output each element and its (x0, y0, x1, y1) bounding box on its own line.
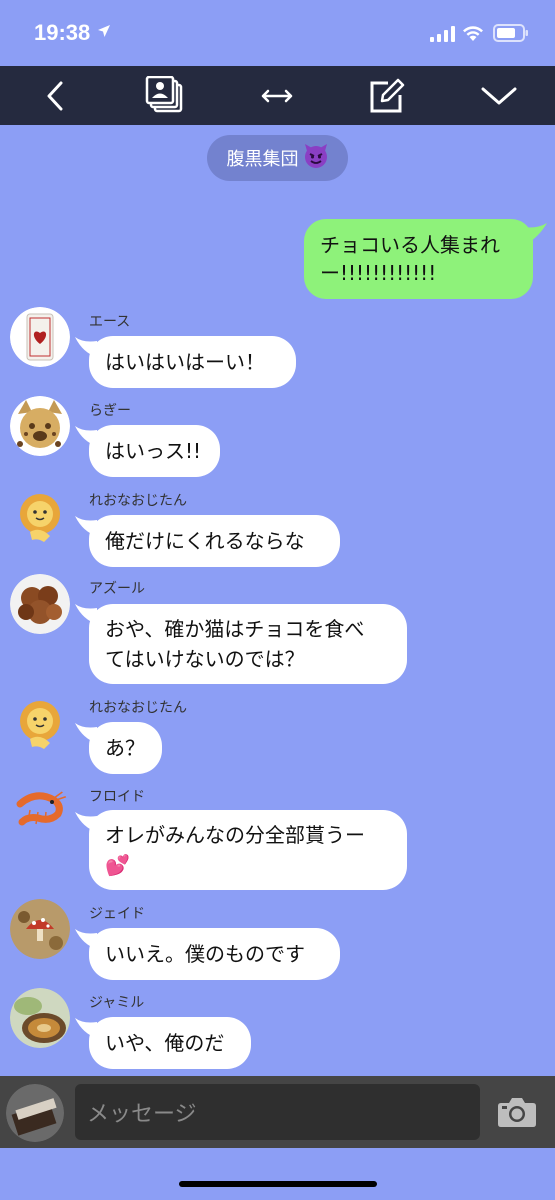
avatar-azul[interactable] (10, 574, 70, 634)
message-text: はいはいはーい！ (105, 350, 265, 374)
message-bubble[interactable]: オレがみんなの分全部貰うー 💕 (89, 810, 407, 890)
status-bar: 19:38 (0, 0, 555, 66)
sender-name: アズール (89, 581, 145, 597)
message-input-placeholder: メッセージ (87, 1102, 197, 1127)
avatar-floyd[interactable] (10, 782, 70, 842)
message-bubble[interactable]: あ？ (89, 722, 162, 774)
message-text: あ？ (105, 736, 145, 760)
expand-button[interactable] (242, 66, 312, 125)
status-time: 19:38 (34, 20, 91, 45)
sender-name: ジャミル (89, 995, 145, 1011)
home-indicator (179, 1181, 377, 1187)
avatar-jamil[interactable] (10, 988, 70, 1048)
battery-icon (493, 24, 528, 42)
sender-name: エース (89, 314, 131, 330)
group-name: 腹黒集団 (226, 149, 299, 170)
devil-emoji-icon (303, 143, 329, 174)
avatar-ruggie[interactable] (10, 396, 70, 456)
my-avatar[interactable] (6, 1084, 64, 1142)
message-text: 俺だけにくれるならな (105, 529, 305, 553)
message-bubble[interactable]: はいはいはーい！ (89, 336, 296, 388)
sent-bubble-tail (523, 223, 547, 245)
chat-toolbar (0, 66, 555, 125)
compose-button[interactable] (352, 66, 422, 125)
chevron-down-icon (481, 87, 517, 104)
avatar-leona[interactable] (10, 693, 70, 753)
sender-name: れおなおじたん (89, 493, 187, 509)
compose-icon (370, 78, 405, 112)
message-text-line: 💕 (105, 853, 130, 877)
message-bubble[interactable]: はいっス!! (89, 425, 220, 477)
wifi-icon (463, 26, 483, 41)
collapse-button[interactable] (464, 66, 534, 125)
sender-name: フロイド (89, 789, 145, 805)
group-name-chip[interactable]: 腹黒集団 (207, 135, 348, 181)
avatar-leona[interactable] (10, 486, 70, 546)
message-input-bar: メッセージ (0, 1076, 555, 1148)
message-bubble[interactable]: いや、俺のだ (89, 1017, 251, 1069)
back-icon (47, 81, 63, 110)
message-text-line: おや、確か猫はチョコを食べ (105, 617, 365, 641)
sender-name: れおなおじたん (89, 700, 187, 716)
message-text-line: オレがみんなの分全部貰うー (105, 823, 365, 847)
sender-name: ジェイド (89, 906, 145, 922)
sender-name: らぎー (89, 403, 131, 419)
message-bubble[interactable]: 俺だけにくれるならな (89, 515, 340, 567)
message-text: いや、俺のだ (105, 1031, 225, 1055)
contacts-icon (145, 75, 183, 112)
back-button[interactable] (20, 66, 90, 125)
sent-message-bubble[interactable]: チョコいる人集まれー!!!!!!!!!!!! (304, 219, 533, 299)
camera-icon (498, 1098, 536, 1127)
message-bubble[interactable]: いいえ。僕のものです (89, 928, 340, 980)
signal-icon (430, 26, 455, 42)
contacts-button[interactable] (130, 66, 200, 125)
message-text: いいえ。僕のものです (105, 942, 305, 966)
sent-message-text: チョコいる人集まれー!!!!!!!!!!!! (320, 233, 500, 285)
message-text: はいっス!! (105, 439, 202, 463)
avatar-ace[interactable] (10, 307, 70, 367)
camera-button[interactable] (497, 1096, 537, 1132)
message-input[interactable]: メッセージ (75, 1084, 480, 1140)
message-text-line: てはいけないのでは？ (105, 647, 305, 671)
avatar-jade[interactable] (10, 899, 70, 959)
message-bubble[interactable]: おや、確か猫はチョコを食べ てはいけないのでは？ (89, 604, 407, 684)
location-icon (98, 25, 110, 37)
expand-icon (261, 89, 293, 102)
